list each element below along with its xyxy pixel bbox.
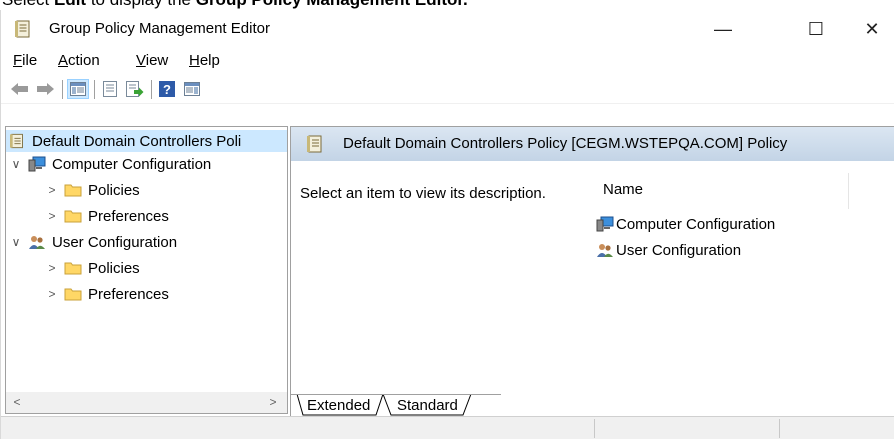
folder-icon	[64, 184, 82, 197]
toolbar: ?	[1, 74, 894, 104]
computer-icon	[28, 156, 46, 172]
results-header-title: Default Domain Controllers Policy [CEGM.…	[343, 135, 788, 152]
help-icon: ?	[159, 81, 175, 97]
results-header: Default Domain Controllers Policy [CEGM.…	[291, 127, 894, 161]
caption-bold-title: Group Policy Management Editor.	[196, 0, 468, 9]
help-button[interactable]: ?	[156, 79, 178, 99]
instruction-caption: Select Edit to display the Group Policy …	[0, 0, 894, 10]
forward-button[interactable]	[34, 79, 56, 99]
computer-icon	[596, 216, 614, 232]
scroll-left-icon[interactable]: <	[8, 393, 26, 411]
users-icon	[29, 236, 45, 249]
chevron-right-icon[interactable]: >	[46, 283, 58, 305]
description-text: Select an item to view its description.	[300, 185, 546, 202]
close-icon: ✕	[864, 18, 880, 39]
show-action-pane-button[interactable]	[181, 79, 203, 99]
minimize-button[interactable]: —	[700, 10, 746, 48]
chevron-right-icon[interactable]: >	[46, 179, 58, 201]
chevron-down-icon[interactable]: ∨	[10, 231, 22, 253]
tree-label-user-configuration: User Configuration	[52, 233, 178, 251]
menu-file-label: ile	[22, 52, 38, 69]
gpme-window: Group Policy Management Editor — ☐ ✕ Fil…	[0, 10, 894, 439]
tree-item-uc-preferences[interactable]: > Preferences	[46, 283, 169, 305]
status-separator	[779, 419, 780, 438]
menu-action[interactable]: Action	[58, 52, 100, 69]
status-separator	[594, 419, 595, 438]
back-button[interactable]	[9, 79, 31, 99]
tree-item-cc-policies[interactable]: > Policies	[46, 179, 140, 201]
tree-label-cc-preferences: Preferences	[88, 207, 169, 225]
chevron-right-icon[interactable]: >	[46, 257, 58, 279]
window-title: Group Policy Management Editor	[49, 20, 270, 37]
menu-action-label: ction	[68, 52, 100, 69]
export-list-button[interactable]	[124, 79, 146, 99]
status-bar	[1, 416, 894, 439]
view-tabs: Extended Standard	[290, 394, 894, 416]
tree-label-uc-policies: Policies	[88, 259, 140, 277]
menu-file-accel: F	[13, 52, 23, 69]
menu-action-accel: A	[58, 52, 69, 69]
maximize-icon: ☐	[807, 18, 825, 39]
menu-help-accel: H	[189, 52, 200, 69]
tree-item-user-configuration[interactable]: ∨ User Configuration	[10, 231, 177, 253]
list-item-user-configuration[interactable]: User Configuration	[596, 239, 741, 261]
menu-help[interactable]: Help	[189, 52, 220, 69]
tree-item-root[interactable]: Default Domain Controllers Poli	[6, 130, 287, 152]
menu-view-accel: V	[136, 52, 146, 69]
users-icon	[597, 244, 613, 257]
properties-button[interactable]	[99, 79, 121, 99]
tree-label-uc-preferences: Preferences	[88, 285, 169, 303]
back-arrow-icon	[11, 83, 28, 95]
policy-document-icon	[15, 20, 30, 38]
toolbar-separator	[94, 80, 95, 99]
tree-item-computer-configuration[interactable]: ∨ Computer Configuration	[10, 153, 212, 175]
folder-icon	[64, 210, 82, 223]
folder-icon	[64, 288, 82, 301]
toolbar-separator	[151, 80, 152, 99]
tree-item-uc-policies[interactable]: > Policies	[46, 257, 140, 279]
policy-document-icon	[307, 135, 322, 153]
maximize-button[interactable]: ☐	[793, 10, 839, 48]
tree-root-label: Default Domain Controllers Poli	[32, 132, 242, 150]
properties-icon	[103, 81, 117, 97]
scroll-right-icon[interactable]: >	[264, 393, 282, 411]
close-button[interactable]: ✕	[849, 10, 894, 48]
column-header-name[interactable]: Name	[603, 181, 643, 198]
caption-text: Select	[2, 0, 54, 9]
results-pane: Default Domain Controllers Policy [CEGM.…	[290, 126, 894, 394]
folder-icon	[64, 262, 82, 275]
menu-file[interactable]: File	[13, 52, 37, 69]
chevron-right-icon[interactable]: >	[46, 205, 58, 227]
caption-bold-edit: Edit	[54, 0, 86, 9]
forward-arrow-icon	[37, 83, 54, 95]
toolbar-separator	[62, 80, 63, 99]
menu-view-label: iew	[145, 52, 169, 69]
menu-help-label: elp	[199, 52, 220, 69]
chevron-down-icon[interactable]: ∨	[10, 153, 22, 175]
tree-label-cc-policies: Policies	[88, 181, 140, 199]
title-bar[interactable]: Group Policy Management Editor — ☐ ✕	[1, 10, 894, 48]
menu-view[interactable]: View	[136, 52, 168, 69]
tree-label-computer-configuration: Computer Configuration	[52, 155, 212, 173]
tab-extended[interactable]: Extended	[307, 394, 370, 416]
export-list-icon	[126, 81, 144, 97]
list-item-label: User Configuration	[616, 241, 742, 259]
list-item-computer-configuration[interactable]: Computer Configuration	[596, 213, 775, 235]
caption-text-middle: to display the	[86, 0, 196, 9]
tree-horizontal-scrollbar[interactable]: < >	[5, 392, 288, 414]
tree-item-cc-preferences[interactable]: > Preferences	[46, 205, 169, 227]
show-hide-tree-button[interactable]	[67, 79, 89, 99]
column-separator[interactable]	[848, 173, 849, 209]
action-pane-icon	[184, 82, 200, 96]
menu-bar: File Action View Help	[1, 48, 894, 74]
console-tree: Default Domain Controllers Poli ∨ Comput…	[5, 126, 288, 404]
policy-document-icon	[10, 133, 23, 149]
list-item-label: Computer Configuration	[616, 215, 776, 233]
console-tree-icon	[70, 82, 86, 96]
tab-standard[interactable]: Standard	[397, 394, 458, 416]
minimize-icon: —	[714, 18, 732, 39]
